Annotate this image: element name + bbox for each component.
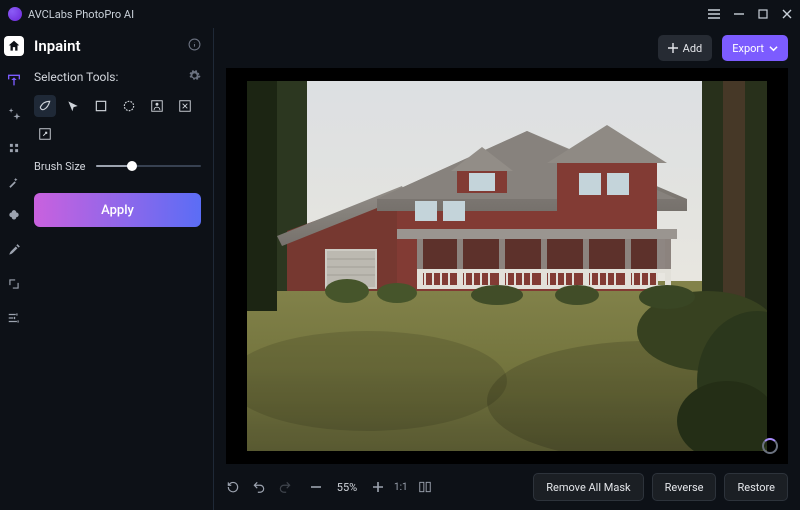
rail-crop-icon[interactable]	[4, 274, 24, 294]
window-close-icon[interactable]	[782, 9, 792, 19]
remove-all-mask-button[interactable]: Remove All Mask	[533, 473, 643, 501]
plus-icon	[668, 43, 678, 53]
rail-upload-icon[interactable]	[4, 70, 24, 90]
app-title: AVCLabs PhotoPro AI	[28, 8, 134, 21]
undo-icon[interactable]	[252, 480, 266, 494]
canvas-viewport[interactable]	[226, 68, 788, 464]
selection-tool-row	[34, 95, 201, 145]
actual-size-icon[interactable]: 1:1	[394, 482, 408, 493]
title-bar: AVCLabs PhotoPro AI	[0, 0, 800, 28]
info-icon[interactable]	[188, 36, 201, 55]
sidebar: Inpaint Selection Tools:	[28, 28, 214, 510]
app-logo	[8, 7, 22, 21]
zoom-out-icon[interactable]	[310, 481, 322, 493]
image-canvas	[247, 81, 767, 451]
main-area: Add Export	[214, 28, 800, 510]
top-toolbar: Add Export	[214, 28, 800, 68]
tool-ellipse[interactable]	[118, 95, 140, 117]
rail-wand-icon[interactable]	[4, 172, 24, 192]
loading-spinner-icon	[762, 438, 778, 454]
apply-button[interactable]: Apply	[34, 193, 201, 227]
rail-clover-icon[interactable]	[4, 206, 24, 226]
export-button[interactable]: Export	[722, 35, 788, 61]
add-button[interactable]: Add	[658, 35, 713, 61]
window-maximize-icon[interactable]	[758, 9, 768, 19]
selection-tools-label: Selection Tools:	[34, 70, 118, 84]
tool-export-icon[interactable]	[34, 123, 56, 145]
feature-rail	[0, 28, 28, 510]
reset-icon[interactable]	[226, 480, 240, 494]
tool-lasso[interactable]	[62, 95, 84, 117]
brush-size-slider[interactable]	[96, 159, 201, 173]
chevron-down-icon	[769, 44, 778, 53]
tool-rectangle[interactable]	[90, 95, 112, 117]
redo-icon[interactable]	[278, 480, 292, 494]
page-title: Inpaint	[34, 37, 81, 55]
hamburger-icon[interactable]	[708, 9, 720, 19]
zoom-in-icon[interactable]	[372, 481, 384, 493]
window-minimize-icon[interactable]	[734, 9, 744, 19]
rail-home-icon[interactable]	[4, 36, 24, 56]
tool-person[interactable]	[146, 95, 168, 117]
rail-adjust-icon[interactable]	[4, 308, 24, 328]
restore-button[interactable]: Restore	[724, 473, 788, 501]
reverse-button[interactable]: Reverse	[652, 473, 717, 501]
compare-icon[interactable]	[418, 480, 432, 494]
tool-object[interactable]	[174, 95, 196, 117]
rail-sparkle-icon[interactable]	[4, 138, 24, 158]
brush-size-label: Brush Size	[34, 160, 86, 173]
zoom-value: 55%	[332, 481, 362, 494]
rail-paint-icon[interactable]	[4, 240, 24, 260]
tool-brush[interactable]	[34, 95, 56, 117]
bottom-toolbar: 55% 1:1 Remove All Mask Reverse Restore	[214, 464, 800, 510]
rail-enhance-icon[interactable]	[4, 104, 24, 124]
gear-icon[interactable]	[188, 69, 201, 85]
